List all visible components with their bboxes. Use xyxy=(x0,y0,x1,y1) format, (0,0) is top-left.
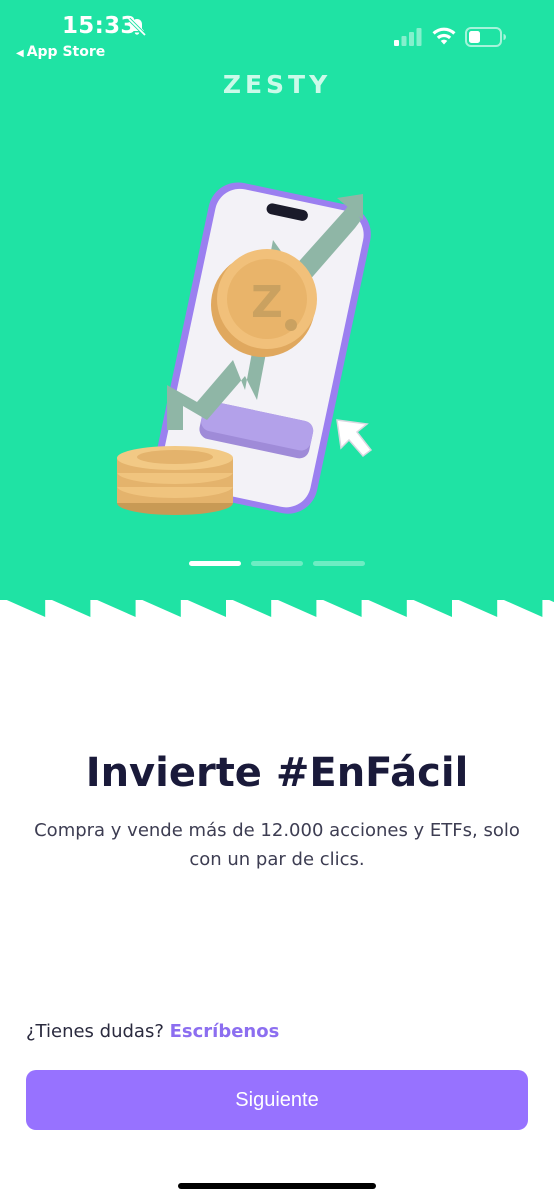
onboarding-subtitle: Compra y vende más de 12.000 acciones y … xyxy=(34,820,520,870)
cellular-signal-icon xyxy=(394,28,422,46)
back-app-label: App Store xyxy=(26,44,106,60)
zigzag-divider xyxy=(0,597,554,617)
help-prompt: ¿Tienes dudas? Escríbenos xyxy=(26,1021,279,1042)
pager-dot-2[interactable] xyxy=(251,561,303,566)
back-to-app-store[interactable]: ◀ App Store xyxy=(16,44,105,60)
bell-slash-icon xyxy=(127,17,147,37)
pager-dot-1[interactable] xyxy=(189,561,241,566)
home-indicator[interactable] xyxy=(178,1183,376,1189)
slide-pager xyxy=(189,561,365,567)
svg-text:Z: Z xyxy=(251,277,283,328)
back-arrow-icon: ◀ xyxy=(16,48,24,59)
phone-coins-illustration: Z xyxy=(117,182,373,515)
onboarding-title: Invierte #EnFácil xyxy=(85,750,469,796)
wifi-icon xyxy=(432,27,456,45)
battery-icon xyxy=(465,27,506,47)
pager-dot-3[interactable] xyxy=(313,561,365,566)
next-button[interactable]: Siguiente xyxy=(26,1070,528,1130)
help-question: ¿Tienes dudas? xyxy=(26,1021,164,1042)
status-bar: 15:33 ◀ App Store xyxy=(0,0,554,70)
contact-us-link[interactable]: Escríbenos xyxy=(170,1021,280,1042)
zesty-logo: ZESTY xyxy=(222,70,332,99)
